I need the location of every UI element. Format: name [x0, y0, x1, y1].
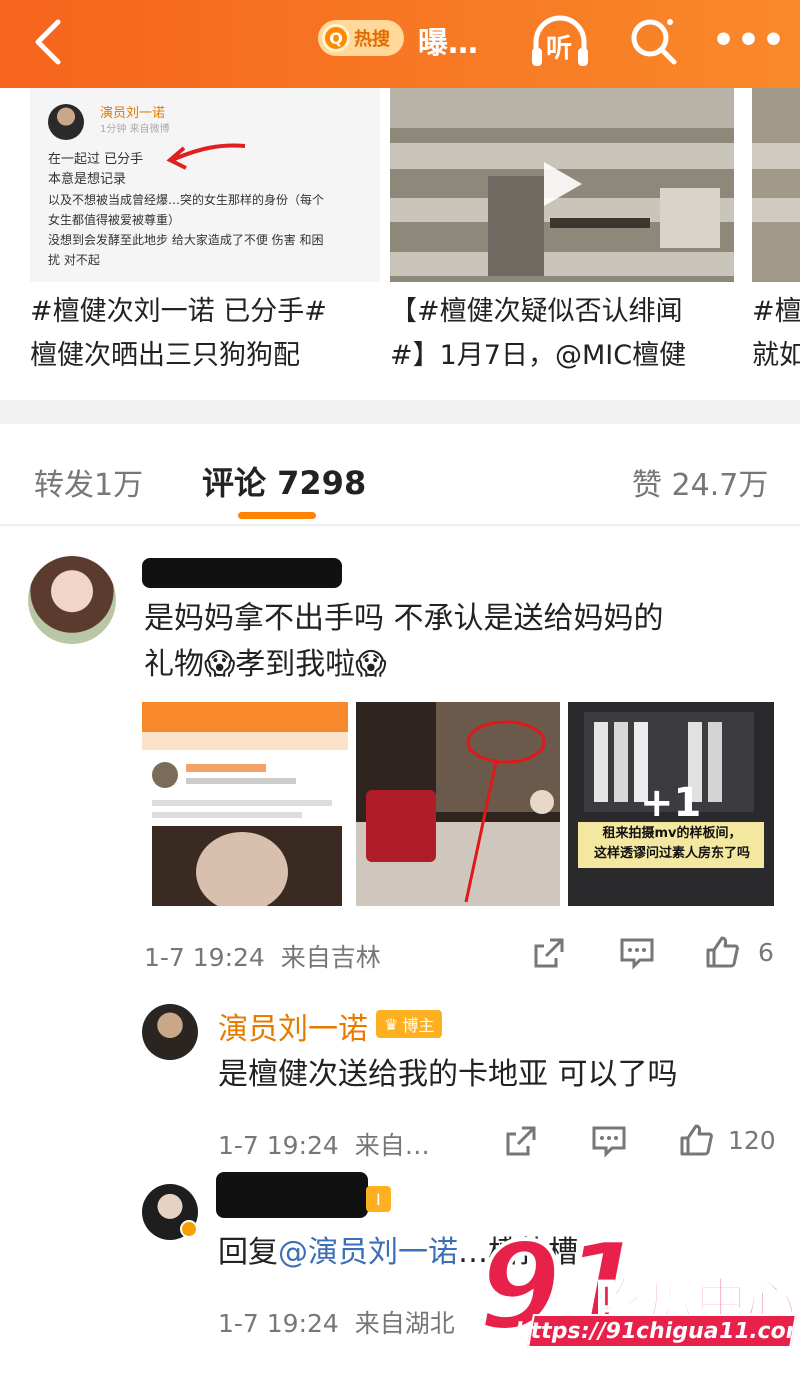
divider	[0, 524, 800, 526]
site-watermark: 91 吃瓜中心 https://91chigua11.com	[476, 1226, 800, 1374]
card-screenshot: 演员刘一诺 1分钟 来自微博 在一起过 已分手 本意是想记录 以及不想被当成曾经…	[30, 88, 380, 282]
hot-search-icon: Q	[322, 24, 350, 52]
more-images-count: +1	[640, 780, 702, 826]
post-author: 演员刘一诺	[100, 106, 166, 121]
comment-image[interactable]	[142, 702, 348, 906]
topic-card[interactable]: 【#檀健次疑似否认绯闻 #】1月7日，@MIC檀健	[390, 88, 734, 388]
active-tab-indicator	[238, 512, 316, 519]
reply-meta: 1-7 19:24 来自湖北	[218, 1309, 455, 1338]
video-thumbnail	[390, 88, 734, 282]
post-line: 以及不想被当成曾经爆…突的女生那样的身份（每个	[48, 193, 325, 207]
comment-icon[interactable]	[618, 934, 656, 972]
tab-repost[interactable]: 转发1万	[34, 460, 143, 504]
section-divider	[0, 400, 800, 424]
page-title: 曝…	[418, 26, 478, 61]
redacted-username	[216, 1172, 368, 1218]
card-title: #檀 就如	[752, 296, 800, 371]
like-button[interactable]: 120	[678, 1122, 776, 1158]
comment-text: 是妈妈拿不出手吗 不承认是送给妈妈的 礼物😱孝到我啦😱	[144, 601, 664, 682]
verified-icon	[180, 1220, 198, 1238]
top-bar: Q 热搜 曝… 听 •••	[0, 0, 800, 88]
reply-meta: 1-7 19:24 来自…	[218, 1131, 430, 1160]
like-icon	[706, 936, 739, 968]
watermark-url: https://91chigua11.com	[513, 1314, 800, 1348]
redacted-username	[142, 558, 342, 588]
more-icon[interactable]: •••	[712, 20, 787, 61]
reply-text: 是檀健次送给我的卡地亚 可以了吗	[218, 1057, 678, 1092]
reply-author[interactable]: 演员刘一诺	[218, 1004, 368, 1048]
like-button[interactable]: 6	[704, 934, 774, 970]
avatar[interactable]	[142, 1004, 198, 1060]
screenshot-thumbnail	[142, 702, 348, 906]
card-title: 【#檀健次疑似否认绯闻 #】1月7日，@MIC檀健	[390, 296, 687, 371]
comment-meta: 1-7 19:24 来自吉林	[144, 943, 381, 972]
post-line: 女生都值得被爱被尊重）	[48, 213, 181, 227]
card-title: #檀健次刘一诺 已分手# 檀健次晒出三只狗狗配	[30, 296, 327, 371]
post-line: 扰 对不起	[48, 253, 100, 267]
post-meta: 1分钟 来自微博	[100, 124, 170, 135]
comment-icon[interactable]	[590, 1122, 628, 1160]
play-icon[interactable]	[540, 160, 584, 208]
hot-search-label: 热搜	[354, 29, 390, 50]
comment-image[interactable]	[356, 702, 560, 906]
dinner-photo	[356, 702, 560, 906]
image-caption: 租来拍摄mv的样板间， 这样透谬问过素人房东了吗	[593, 826, 750, 861]
share-icon[interactable]	[502, 1122, 540, 1160]
tab-like[interactable]: 赞 24.7万	[632, 460, 768, 504]
topic-card[interactable]: 演员刘一诺 1分钟 来自微博 在一起过 已分手 本意是想记录 以及不想被当成曾经…	[30, 88, 380, 388]
post-line: 没想到会发酵至此地步 给大家造成了不便 伤害 和困	[48, 233, 324, 247]
search-icon[interactable]	[626, 14, 682, 70]
author-badge: ♛ 博主	[376, 1010, 443, 1038]
arrow-annotation-icon	[166, 143, 246, 170]
avatar[interactable]	[28, 556, 116, 644]
mention-link[interactable]: @演员刘一诺	[278, 1235, 458, 1270]
listen-label: 听	[546, 34, 573, 64]
topic-card[interactable]: #檀 就如	[752, 88, 800, 388]
like-icon	[680, 1124, 713, 1156]
avatar	[48, 104, 84, 140]
related-topics: 演员刘一诺 1分钟 来自微博 在一起过 已分手 本意是想记录 以及不想被当成曾经…	[0, 88, 800, 400]
back-icon[interactable]	[28, 14, 68, 70]
video-thumbnail	[752, 88, 800, 282]
tab-comment[interactable]: 评论 7298	[202, 458, 366, 504]
hot-search-pill[interactable]: Q 热搜	[318, 20, 404, 56]
interaction-tabs: 转发1万 评论 7298 赞 24.7万	[0, 424, 800, 524]
user-badge: I	[366, 1186, 391, 1212]
comment-image[interactable]: +1 租来拍摄mv的样板间， 这样透谬问过素人房东了吗	[568, 702, 774, 906]
share-icon[interactable]	[530, 934, 568, 972]
